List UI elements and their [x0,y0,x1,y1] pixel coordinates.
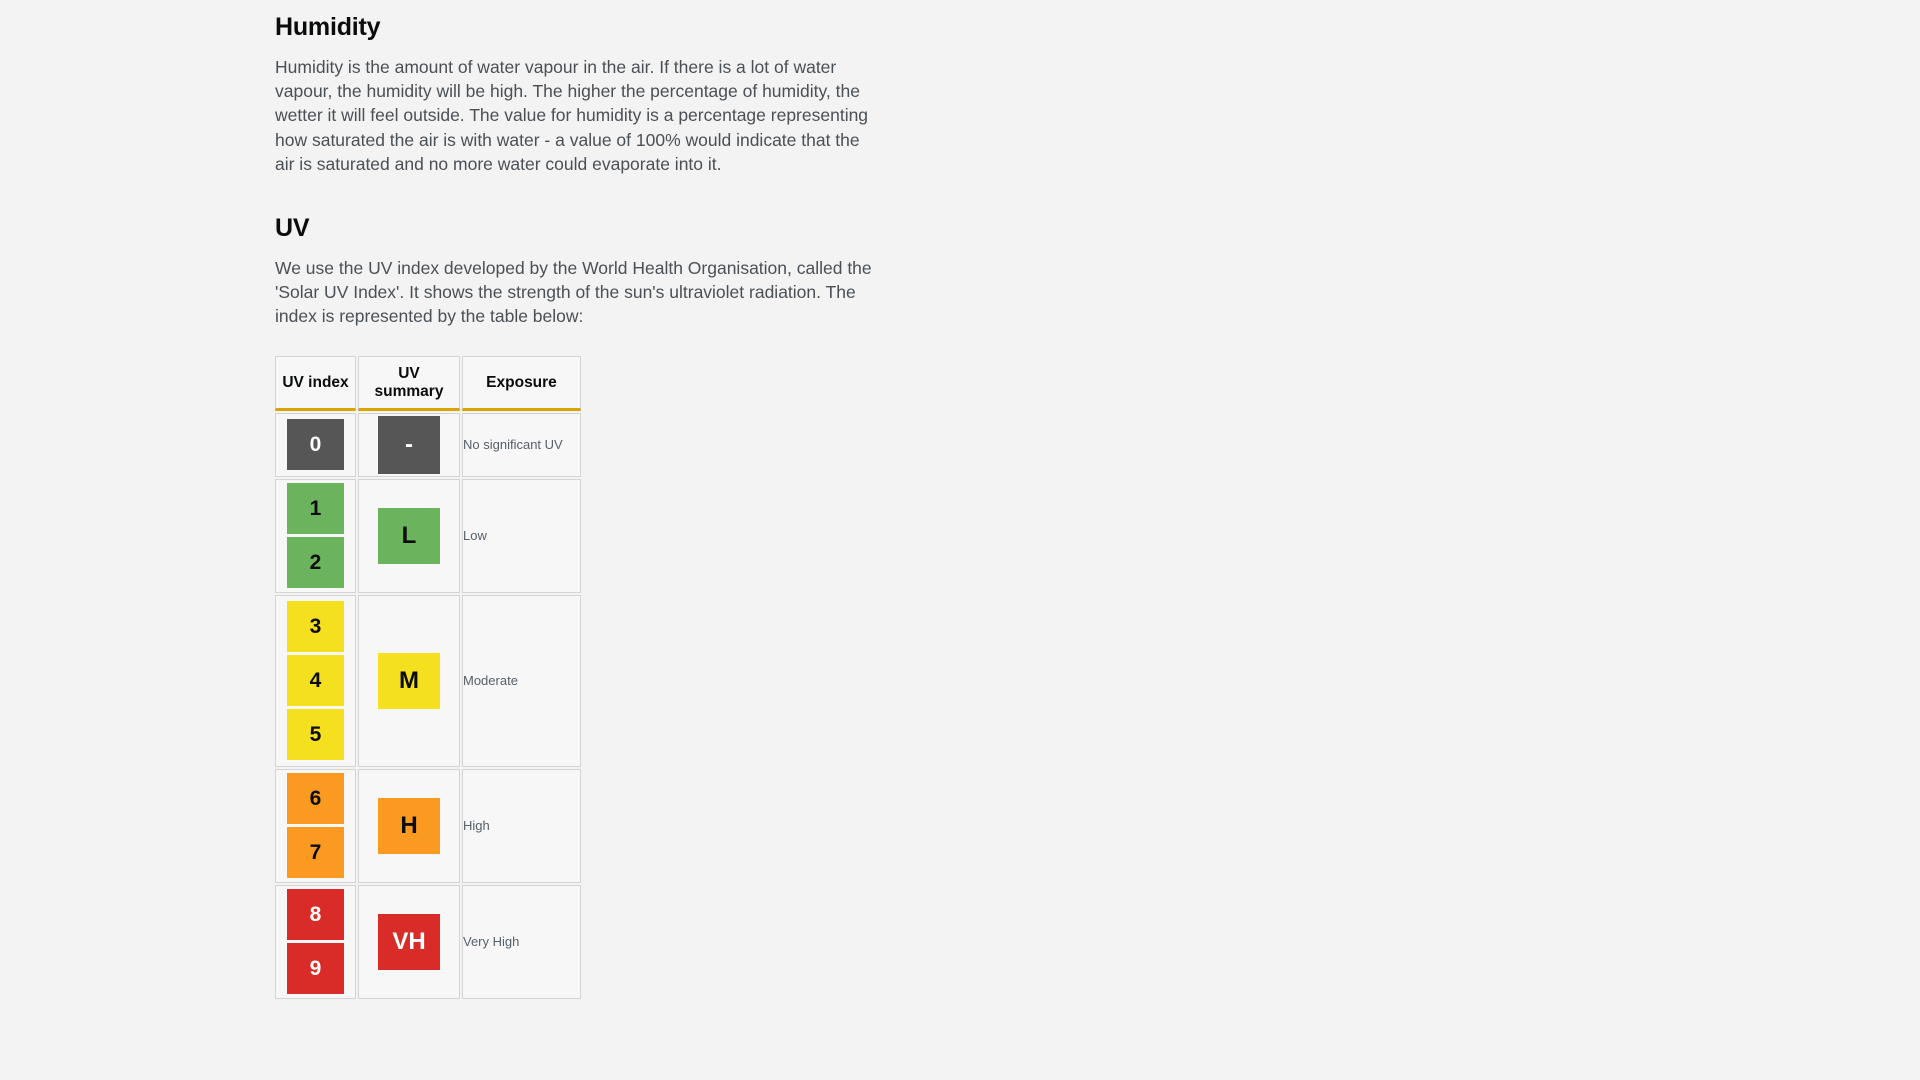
exposure-cell: Very High [462,884,581,999]
article-content: Humidity Humidity is the amount of water… [275,0,880,1001]
uv-index-swatch: 5 [287,709,344,761]
uv-summary-cell: - [358,412,460,477]
uv-index-swatch: 7 [287,827,344,879]
uv-index-swatch: 1 [287,483,344,535]
column-header-exposure: Exposure [462,355,581,411]
column-header-uv-summary: UV summary [358,355,460,411]
uv-index-swatch: 9 [287,943,344,995]
table-row: 8 9 VH Very High [275,884,581,999]
uv-paragraph: We use the UV index developed by the Wor… [275,258,872,327]
uv-index-swatch: 0 [287,419,344,471]
uv-index-swatch: 2 [287,537,344,589]
uv-index-swatch: 4 [287,655,344,707]
uv-summary-cell: M [358,594,460,767]
uv-index-cell: 89 [275,884,356,999]
humidity-heading: Humidity [275,13,381,41]
uv-index-cell: 67 [275,768,356,883]
uv-index-swatch: 6 [287,773,344,825]
uv-summary-swatch: - [378,415,440,474]
uv-table-body: 0- No significant UV 1 2 L Low 3 4 5 M Moderate 6 7 H… [275,412,581,999]
uv-summary-swatch: H [378,797,440,854]
exposure-cell: Moderate [462,594,581,767]
uv-index-table: UV index UV summary Exposure 0- No signif… [273,354,583,1001]
table-row: 0- No significant UV [275,412,581,477]
uv-index-swatch: 8 [287,889,344,941]
table-row: 3 4 5 M Moderate [275,594,581,767]
exposure-cell: No significant UV [462,412,581,477]
uv-heading: UV [275,214,310,243]
page-root: Humidity Humidity is the amount of water… [0,0,1920,1080]
uv-table-header-row: UV index UV summary Exposure [275,355,581,411]
table-row: 1 2 L Low [275,478,581,593]
table-row: 6 7 H High [275,768,581,883]
uv-summary-cell: VH [358,884,460,999]
humidity-paragraph: Humidity is the amount of water vapour i… [275,57,869,174]
uv-summary-swatch: VH [378,913,440,970]
exposure-cell: High [462,768,581,883]
uv-index-cell: 12 [275,478,356,593]
uv-summary-cell: H [358,768,460,883]
uv-table-wrapper: UV index UV summary Exposure 0- No signif… [275,354,880,1001]
uv-index-swatch: 3 [287,601,344,653]
column-header-uv-index: UV index [275,355,356,411]
uv-table-head: UV index UV summary Exposure [275,355,581,411]
uv-index-cell: 0 [275,412,356,477]
uv-summary-swatch: L [378,507,440,564]
uv-summary-cell: L [358,478,460,593]
exposure-cell: Low [462,478,581,593]
uv-summary-swatch: M [378,652,440,709]
uv-index-cell: 345 [275,594,356,767]
